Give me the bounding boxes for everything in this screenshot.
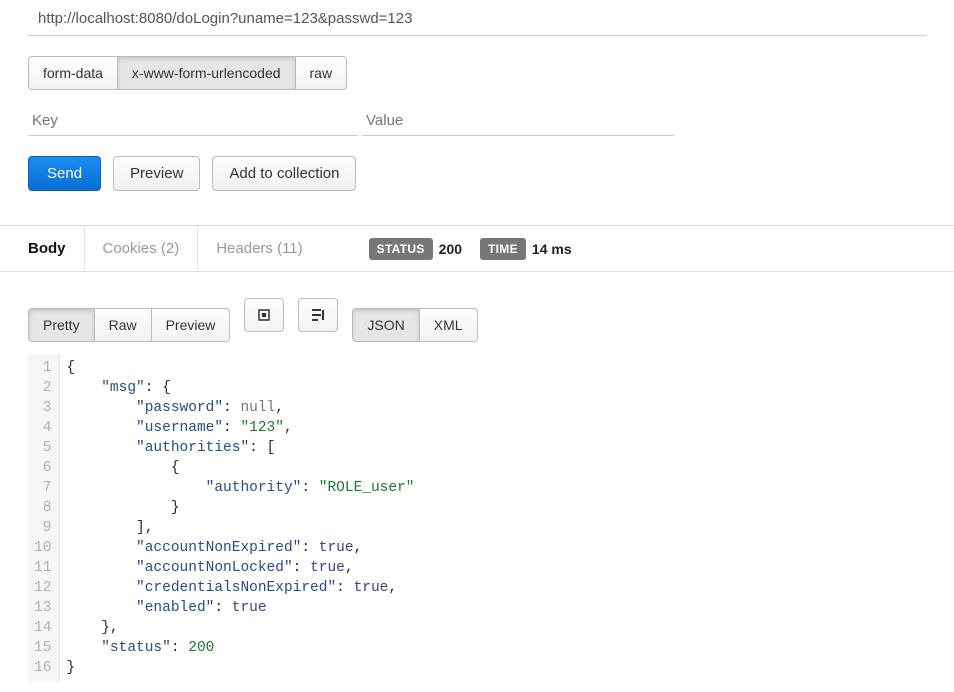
send-button[interactable]: Send [28,156,101,191]
body-type-group-item[interactable]: x-www-form-urlencoded [117,56,296,90]
status-block: STATUS 200 TIME 14 ms [369,238,590,260]
view-mode-group-item[interactable]: Raw [94,308,152,342]
line-gutter: 12345678910111213141516 [28,354,60,682]
view-mode-group: PrettyRawPreview [28,308,230,342]
body-type-group: form-datax-www-form-urlencodedraw [28,56,347,90]
param-value-input[interactable] [362,106,674,136]
fullscreen-button[interactable] [244,298,284,332]
view-mode-group-item[interactable]: Preview [151,308,231,342]
preview-button[interactable]: Preview [113,156,200,191]
body-type-group-item[interactable]: raw [295,56,348,90]
param-key-input[interactable] [28,106,358,136]
url-input[interactable] [28,4,926,36]
tab-cookies[interactable]: Cookies (2) [84,226,198,271]
wrap-lines-icon [310,307,326,323]
actions-row: Send Preview Add to collection [28,156,926,191]
time-value: 14 ms [532,241,572,257]
response-toolbar: PrettyRawPreview JSONXML [28,288,926,342]
tab-body[interactable]: Body [0,226,84,271]
add-to-collection-button[interactable]: Add to collection [212,156,356,191]
view-mode-group-item[interactable]: Pretty [28,308,95,342]
response-tabs: Body Cookies (2) Headers (11) STATUS 200… [0,225,954,272]
tab-headers[interactable]: Headers (11) [197,226,320,271]
body-type-group-item[interactable]: form-data [28,56,118,90]
format-mode-group-item[interactable]: JSON [352,308,419,342]
response-code[interactable]: { "msg": { "password": null, "username":… [60,354,414,682]
fullscreen-icon [256,307,272,323]
param-row [28,106,926,136]
format-mode-group: JSONXML [352,308,477,342]
response-body-viewer: 12345678910111213141516 { "msg": { "pass… [28,354,926,682]
status-code: 200 [439,241,462,257]
time-label: TIME [480,238,526,260]
format-mode-group-item[interactable]: XML [419,308,478,342]
wrap-lines-button[interactable] [298,298,338,332]
status-label: STATUS [369,238,433,260]
